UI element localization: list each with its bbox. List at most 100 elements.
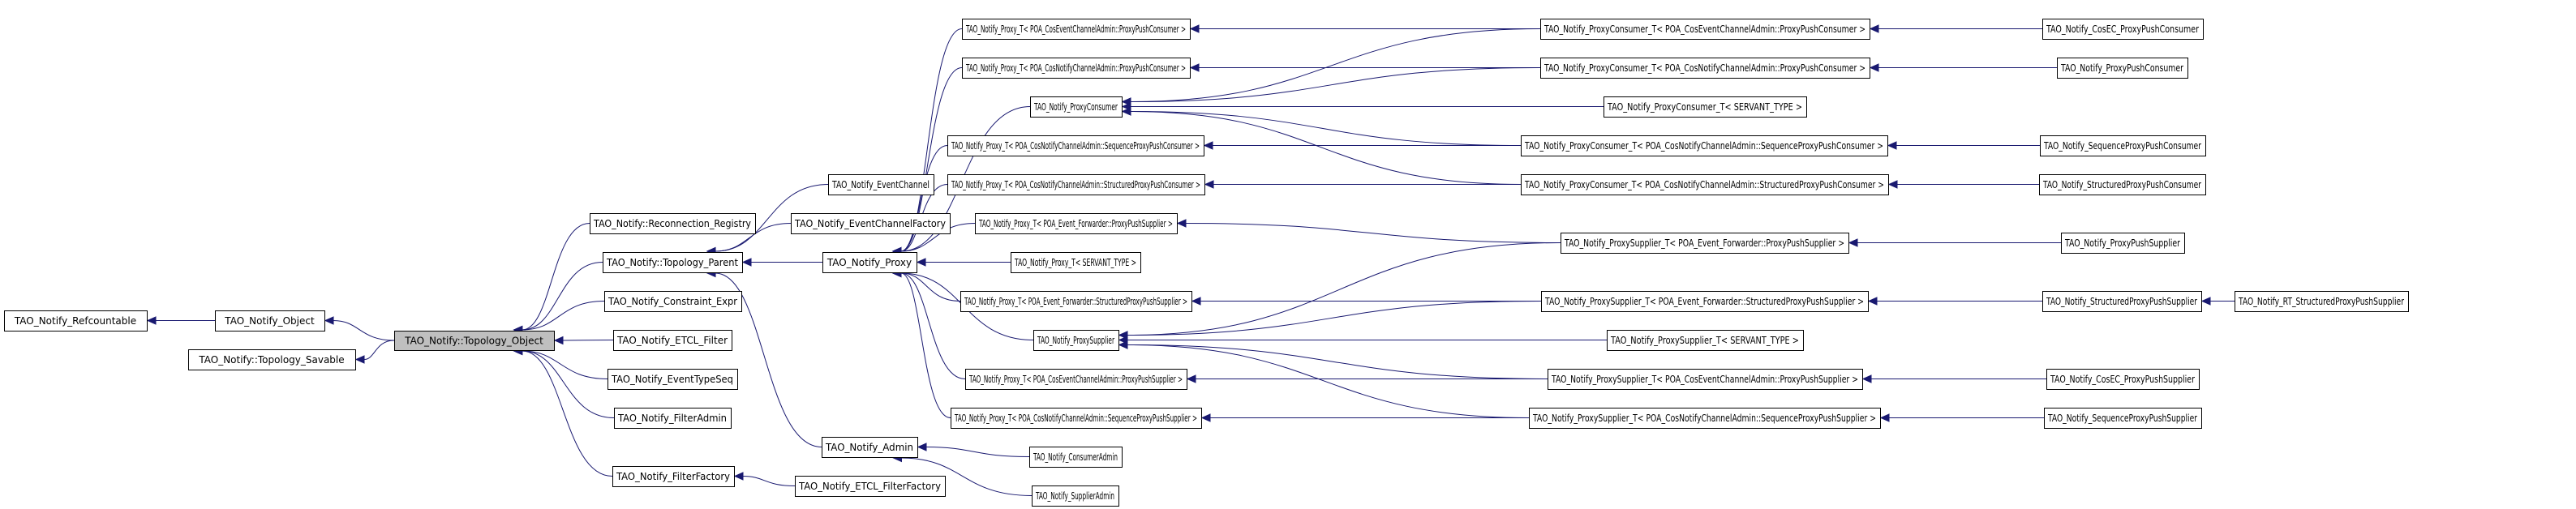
class-node-proxy-t-cosnotify-ppc[interactable]: TAO_Notify_Proxy_T< POA_CosNotifyChannel… <box>962 58 1191 79</box>
class-node-pc-t-seq-ppc[interactable]: TAO_Notify_ProxyConsumer_T< POA_CosNotif… <box>1521 135 1888 156</box>
class-node-seq-pps[interactable]: TAO_Notify_SequenceProxyPushSupplier <box>2044 408 2202 429</box>
class-node-struct-ppc[interactable]: TAO_Notify_StructuredProxyPushConsumer <box>2039 174 2206 195</box>
class-label: TAO_Notify_EventTypeSeq <box>611 374 733 385</box>
class-label: TAO_Notify_Proxy_T< POA_CosEventChannelA… <box>965 24 1186 35</box>
class-node-proxy-t-struct-ppc[interactable]: TAO_Notify_Proxy_T< POA_CosNotifyChannel… <box>947 174 1205 195</box>
class-node-ps-t-servant[interactable]: TAO_Notify_ProxySupplier_T< SERVANT_TYPE… <box>1607 330 1804 351</box>
class-node-reconnection-registry[interactable]: TAO_Notify::Reconnection_Registry <box>590 213 756 234</box>
class-label: TAO_Notify_ProxyPushConsumer <box>2060 62 2183 74</box>
class-node-topology-parent[interactable]: TAO_Notify::Topology_Parent <box>603 252 743 273</box>
inheritance-edge-proxy-to-topology_parent <box>741 258 822 267</box>
class-node-proxy-t-servant[interactable]: TAO_Notify_Proxy_T< SERVANT_TYPE > <box>1011 252 1141 273</box>
inheritance-edge-filter_admin-to-topology_object <box>513 346 615 418</box>
class-node-struct-pps[interactable]: TAO_Notify_StructuredProxyPushSupplier <box>2042 291 2202 312</box>
class-label: TAO_Notify_SequenceProxyPushSupplier <box>2047 413 2197 424</box>
class-node-proxy-t-cosec-pps[interactable]: TAO_Notify_Proxy_T< POA_CosEventChannelA… <box>965 369 1187 390</box>
class-label: TAO_Notify_RT_StructuredProxyPushSupplie… <box>2238 296 2404 307</box>
class-node-proxy-consumer[interactable]: TAO_Notify_ProxyConsumer <box>1030 96 1123 118</box>
class-node-topology-savable[interactable]: TAO_Notify::Topology_Savable <box>188 349 356 370</box>
class-node-object[interactable]: TAO_Notify_Object <box>215 310 325 331</box>
class-label: TAO_Notify_Object <box>224 315 315 327</box>
arrowhead-icon <box>1887 180 1898 189</box>
inheritance-edge-ps_t_seq_pps-to-proxy_t_seq_pps <box>1200 413 1529 422</box>
class-label: TAO_Notify_ETCL_Filter <box>616 335 728 346</box>
class-node-ps-t-seq-pps[interactable]: TAO_Notify_ProxySupplier_T< POA_CosNotif… <box>1529 408 1881 429</box>
class-node-proxy-t-cosec-ppc[interactable]: TAO_Notify_Proxy_T< POA_CosEventChannelA… <box>962 19 1191 40</box>
edge-line <box>522 223 590 331</box>
class-node-proxy-t-seq-ppc[interactable]: TAO_Notify_Proxy_T< POA_CosNotifyChannel… <box>947 135 1204 156</box>
class-node-cosec-ppc[interactable]: TAO_Notify_CosEC_ProxyPushConsumer <box>2042 19 2204 40</box>
inheritance-edge-proxy_t_cosec_pps-to-proxy <box>891 268 966 379</box>
inheritance-edge-ps_t_cosec_pps-to-proxy_t_cosec_pps <box>1186 374 1548 383</box>
class-node-ps-t-ef-pps[interactable]: TAO_Notify_ProxySupplier_T< POA_Event_Fo… <box>1561 233 1849 254</box>
class-label: TAO_Notify_ProxyPushSupplier <box>2064 237 2180 249</box>
edge-line <box>1127 344 1530 418</box>
class-label: TAO_Notify_FilterFactory <box>616 471 730 482</box>
class-label: TAO_Notify_EventChannelFactory <box>794 218 946 229</box>
inheritance-edge-proxy_t_seq_pps-to-proxy <box>891 268 951 418</box>
edge-line <box>925 447 1030 457</box>
inheritance-edge-pc_t_cosnotify_ppc-to-proxy_t_cosnotify_ppc <box>1189 63 1540 72</box>
class-node-ppc[interactable]: TAO_Notify_ProxyPushConsumer <box>2057 58 2188 79</box>
arrowhead-icon <box>1189 63 1200 72</box>
class-node-proxy-t-ef-struct-pps[interactable]: TAO_Notify_Proxy_T< POA_Event_Forwarder:… <box>960 291 1192 312</box>
class-node-pps[interactable]: TAO_Notify_ProxyPushSupplier <box>2061 233 2185 254</box>
arrowhead-icon <box>1867 297 1878 306</box>
class-node-ps-t-cosec-pps[interactable]: TAO_Notify_ProxySupplier_T< POA_CosEvent… <box>1548 369 1863 390</box>
class-node-proxy-t-seq-pps[interactable]: TAO_Notify_Proxy_T< POA_CosNotifyChannel… <box>951 408 1202 429</box>
class-node-consumer-admin[interactable]: TAO_Notify_ConsumerAdmin <box>1029 447 1123 468</box>
class-node-event-type-seq[interactable]: TAO_Notify_EventTypeSeq <box>608 369 738 390</box>
inheritance-diagram: TAO_Notify_Refcountable TAO_Notify_Object… <box>4 19 2409 507</box>
inheritance-edge-pc_t_servant-to-proxy_consumer <box>1121 102 1604 111</box>
arrowhead-icon <box>733 472 744 481</box>
class-node-event-channel-factory[interactable]: TAO_Notify_EventChannelFactory <box>791 213 951 234</box>
inheritance-edge-pps-to-ps_t_ef_pps <box>1848 238 2061 247</box>
class-node-refcountable[interactable]: TAO_Notify_Refcountable <box>4 310 148 331</box>
class-node-pc-t-cosec-ppc[interactable]: TAO_Notify_ProxyConsumer_T< POA_CosEvent… <box>1540 19 1870 40</box>
class-node-etcl-filter-factory[interactable]: TAO_Notify_ETCL_FilterFactory <box>795 476 946 497</box>
arrowhead-icon <box>1176 219 1187 228</box>
arrowhead-icon <box>1186 374 1196 383</box>
class-label: TAO_Notify_Proxy_T< POA_CosNotifyChannel… <box>951 179 1200 190</box>
inheritance-edge-proxy_t_ef_struct_pps-to-proxy <box>891 268 961 302</box>
edge-line <box>900 145 948 252</box>
class-label: TAO_Notify_CosEC_ProxyPushConsumer <box>2046 24 2199 35</box>
class-node-constraint-expr[interactable]: TAO_Notify_Constraint_Expr <box>604 291 742 312</box>
class-label: TAO_Notify_ProxySupplier_T< POA_Event_Fo… <box>1544 296 1864 307</box>
inheritance-edge-object-to-refcountable <box>146 316 216 325</box>
class-label: TAO_Notify_Admin <box>825 442 913 453</box>
class-node-admin[interactable]: TAO_Notify_Admin <box>822 437 918 458</box>
class-label: TAO_Notify_SequenceProxyPushConsumer <box>2043 140 2201 152</box>
inheritance-edge-ppc-to-pc_t_cosnotify_ppc <box>1869 63 2057 72</box>
class-node-seq-ppc[interactable]: TAO_Notify_SequenceProxyPushConsumer <box>2040 135 2206 156</box>
arrowhead-icon <box>1121 107 1131 116</box>
class-node-event-channel[interactable]: TAO_Notify_EventChannel <box>828 174 934 195</box>
arrowhead-icon <box>1118 340 1128 349</box>
edge-line <box>522 350 608 379</box>
class-node-proxy[interactable]: TAO_Notify_Proxy <box>822 252 917 273</box>
class-node-pc-t-servant[interactable]: TAO_Notify_ProxyConsumer_T< SERVANT_TYPE… <box>1604 96 1807 118</box>
edge-line <box>522 262 603 331</box>
inheritance-edge-pc_t_seq_ppc-to-proxy_t_seq_ppc <box>1203 141 1521 150</box>
class-node-proxy-t-ef-pps[interactable]: TAO_Notify_Proxy_T< POA_Event_Forwarder:… <box>975 213 1178 234</box>
class-node-supplier-admin[interactable]: TAO_Notify_SupplierAdmin <box>1032 485 1119 507</box>
class-label: TAO_Notify_Proxy_T< POA_CosNotifyChannel… <box>954 413 1197 424</box>
class-node-filter-factory[interactable]: TAO_Notify_FilterFactory <box>612 466 735 487</box>
class-node-ps-t-ef-struct-pps[interactable]: TAO_Notify_ProxySupplier_T< POA_Event_Fo… <box>1541 291 1869 312</box>
class-node-proxy-supplier[interactable]: TAO_Notify_ProxySupplier <box>1033 330 1119 351</box>
edge-line <box>522 350 615 418</box>
class-node-etcl-filter[interactable]: TAO_Notify_ETCL_Filter <box>613 330 732 351</box>
class-node-pc-t-struct-ppc[interactable]: TAO_Notify_ProxyConsumer_T< POA_CosNotif… <box>1521 174 1889 195</box>
class-node-filter-admin[interactable]: TAO_Notify_FilterAdmin <box>614 408 732 429</box>
class-label: TAO_Notify_ConsumerAdmin <box>1033 451 1118 463</box>
class-label: TAO_Notify_ETCL_FilterFactory <box>798 481 941 492</box>
inheritance-edge-pc_t_struct_ppc-to-proxy_t_struct_ppc <box>1204 180 1521 189</box>
edge-line <box>333 320 395 341</box>
inheritance-edge-cosec_pps-to-ps_t_cosec_pps <box>1861 374 2046 383</box>
class-node-cosec-pps[interactable]: TAO_Notify_CosEC_ProxyPushSupplier <box>2046 369 2200 390</box>
class-label: TAO_Notify_ProxyConsumer_T< POA_CosNotif… <box>1524 140 1883 152</box>
class-label: TAO_Notify_FilterAdmin <box>617 413 727 424</box>
class-label: TAO_Notify_StructuredProxyPushConsumer <box>2042 179 2201 190</box>
class-node-rt-struct-pps[interactable]: TAO_Notify_RT_StructuredProxyPushSupplie… <box>2235 291 2409 312</box>
class-node-pc-t-cosnotify-ppc[interactable]: TAO_Notify_ProxyConsumer_T< POA_CosNotif… <box>1540 58 1870 79</box>
